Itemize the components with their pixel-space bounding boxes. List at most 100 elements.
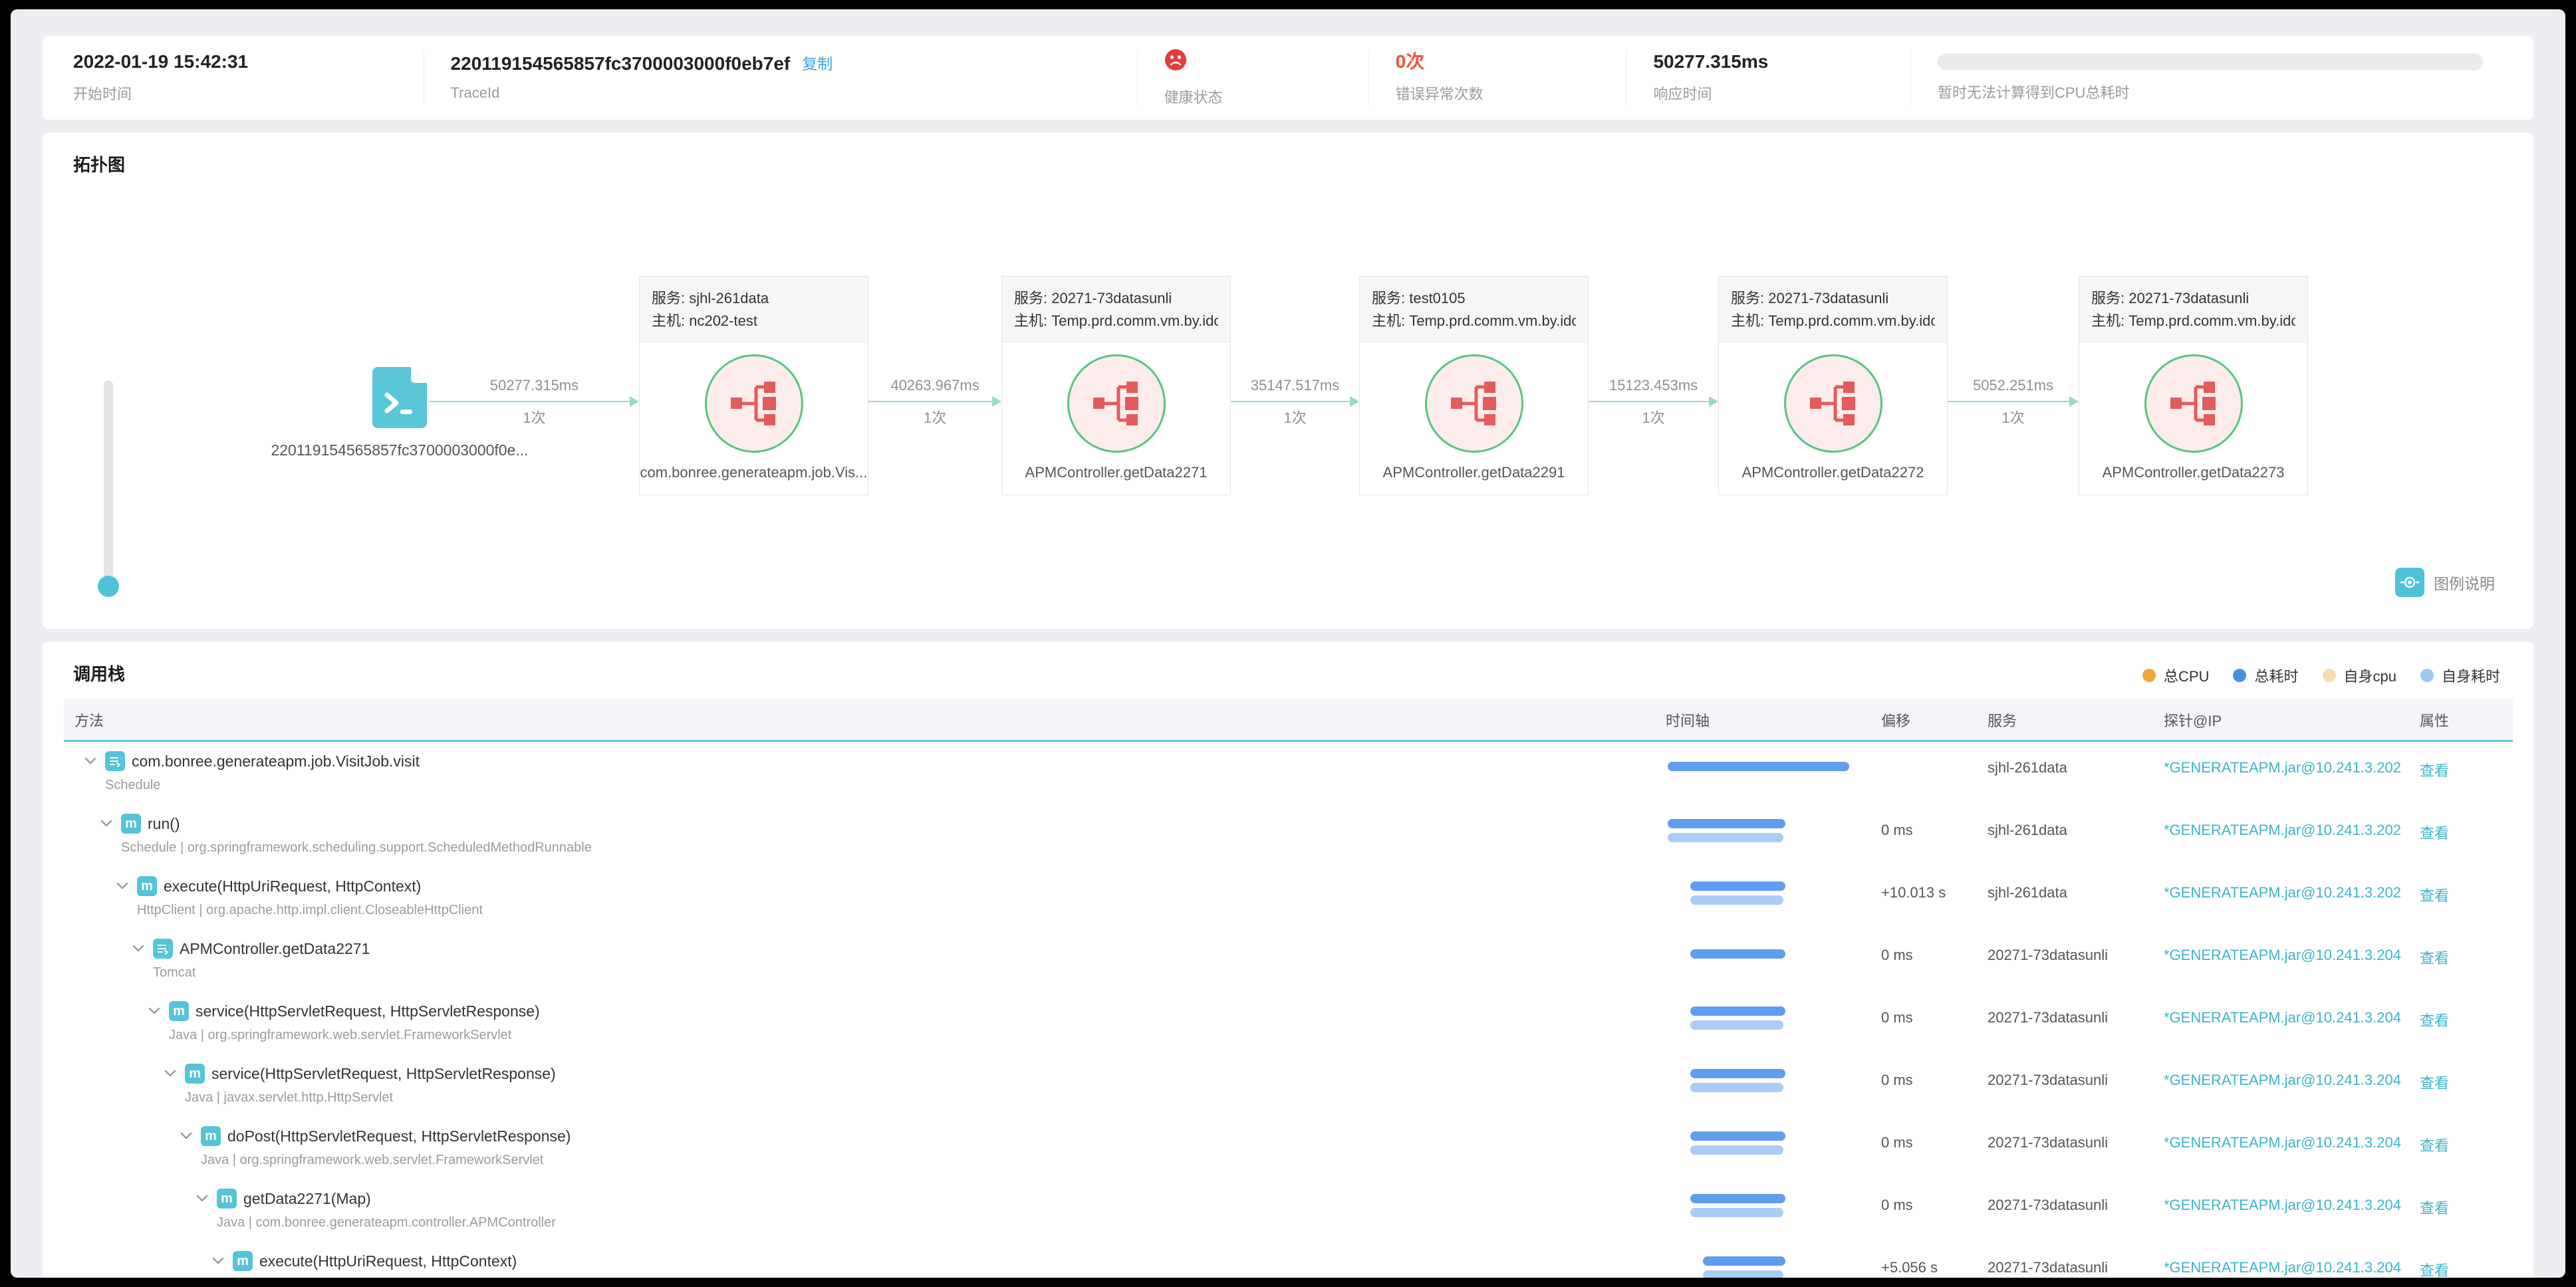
probe-link[interactable]: *GENERATEAPM.jar@10.241.3.204 (2164, 1117, 2420, 1151)
node-service: 服务: 20271-73datasunli (1014, 290, 1172, 306)
offset-value: 0 ms (1881, 1009, 1913, 1026)
col-attr-header: 属性 (2420, 712, 2450, 729)
sitemap-icon[interactable] (1424, 354, 1523, 453)
legend-help-button[interactable]: 图例说明 (2395, 568, 2495, 597)
sad-face-icon (1164, 49, 1187, 75)
chevron-down-icon[interactable] (146, 1003, 162, 1019)
offset-value: 0 ms (1881, 947, 1913, 963)
method-name: run() (148, 814, 180, 832)
table-row[interactable]: m service(HttpServletRequest, HttpServle… (64, 1054, 2513, 1117)
arrow-right-icon (1350, 396, 1359, 407)
node-host: 主机: Temp.prd.comm.vm.by.idc.b... (2091, 312, 2295, 329)
total-time-bar (1690, 1069, 1785, 1078)
chevron-down-icon[interactable] (178, 1128, 194, 1144)
method-detail: Java | org.springframework.web.servlet.F… (169, 1028, 512, 1042)
method-detail: Java | org.springframework.web.servlet.F… (201, 1153, 544, 1167)
table-row[interactable]: m doPost(HttpServletRequest, HttpServlet… (64, 1117, 2513, 1179)
error-count-label: 错误异常次数 (1395, 86, 1483, 102)
table-row[interactable]: m service(HttpServletRequest, HttpServle… (64, 992, 2513, 1054)
sitemap-icon[interactable] (704, 354, 803, 453)
chevron-down-icon[interactable] (130, 941, 146, 957)
self-time-bar (1702, 1270, 1783, 1278)
chevron-down-icon[interactable] (98, 816, 114, 832)
method-icon: m (121, 814, 141, 834)
timeline-bars (1666, 944, 1872, 971)
chevron-down-icon[interactable] (162, 1066, 178, 1082)
table-row[interactable]: m execute(HttpUriRequest, HttpContext) H… (64, 867, 2513, 929)
total-time-bar (1668, 819, 1785, 828)
edge-0: 50277.315ms 1次 (430, 377, 639, 426)
chevron-down-icon[interactable] (194, 1191, 210, 1207)
view-attributes-link[interactable]: 查看 (2420, 1054, 2513, 1093)
start-time-value: 2022-01-19 15:42:31 (73, 51, 249, 72)
probe-link[interactable]: *GENERATEAPM.jar@10.241.3.202 (2164, 804, 2420, 839)
service-node-4[interactable]: 服务: 20271-73datasunli 主机: Temp.prd.comm.v… (2079, 276, 2308, 495)
table-row[interactable]: APMController.getData2271 Tomcat 0 ms 20… (64, 929, 2513, 992)
callstack-panel: 调用栈 总CPU 总耗时 自身cpu 自身耗时 方法 时间轴 偏移 服务 探针@… (43, 642, 2533, 1278)
topology-panel: 拓扑图 220119154565857fc3700003000f0e... 50… (43, 133, 2533, 629)
script-file-icon (372, 367, 427, 428)
service-node-0[interactable]: 服务: sjhl-261data 主机: nc202-test com.bonre… (639, 276, 868, 495)
health-label: 健康状态 (1164, 89, 1223, 106)
callstack-table-header: 方法 时间轴 偏移 服务 探针@IP 属性 (64, 699, 2513, 742)
edge-2: 35147.517ms 1次 (1231, 377, 1359, 426)
service-node-3[interactable]: 服务: 20271-73datasunli 主机: Temp.prd.comm.v… (1718, 276, 1948, 495)
node-host: 主机: nc202-test (652, 312, 757, 329)
table-row[interactable]: m getData2271(Map) Java | com.bonree.gen… (64, 1179, 2513, 1242)
view-attributes-link[interactable]: 查看 (2420, 804, 2513, 843)
probe-link[interactable]: *GENERATEAPM.jar@10.241.3.202 (2164, 867, 2420, 901)
service-node-1[interactable]: 服务: 20271-73datasunli 主机: Temp.prd.comm.v… (1001, 276, 1231, 495)
table-row[interactable]: m run() Schedule | org.springframework.s… (64, 804, 2513, 867)
method-icon: m (217, 1189, 237, 1209)
self-time-bar (1668, 833, 1783, 842)
edge-time: 15123.453ms (1609, 377, 1698, 394)
arrow-right-icon (2069, 396, 2079, 407)
service-node-2[interactable]: 服务: test0105 主机: Temp.prd.comm.vm.by.idc.… (1359, 276, 1589, 495)
view-attributes-link[interactable]: 查看 (2420, 742, 2513, 780)
view-attributes-link[interactable]: 查看 (2420, 929, 2513, 968)
method-icon: m (185, 1064, 205, 1084)
method-icon: m (137, 876, 157, 896)
response-time-value: 50277.315ms (1653, 51, 1769, 72)
offset-value: 0 ms (1881, 1197, 1913, 1213)
chevron-down-icon[interactable] (82, 753, 98, 769)
probe-link[interactable]: *GENERATEAPM.jar@10.241.3.202 (2164, 742, 2420, 776)
probe-link[interactable]: *GENERATEAPM.jar@10.241.3.204 (2164, 929, 2420, 964)
col-timeline-header: 时间轴 (1666, 712, 1710, 729)
edge-time: 35147.517ms (1250, 377, 1340, 394)
view-attributes-link[interactable]: 查看 (2420, 1179, 2513, 1218)
view-attributes-link[interactable]: 查看 (2420, 1117, 2513, 1155)
chevron-down-icon[interactable] (114, 878, 130, 894)
total-time-bar (1690, 1131, 1785, 1141)
probe-link[interactable]: *GENERATEAPM.jar@10.241.3.204 (2164, 1179, 2420, 1214)
probe-link[interactable]: *GENERATEAPM.jar@10.241.3.204 (2164, 1242, 2420, 1276)
chevron-down-icon[interactable] (210, 1253, 226, 1269)
edge-1: 40263.967ms 1次 (868, 377, 1001, 426)
trace-start-label: 220119154565857fc3700003000f0e... (271, 441, 529, 459)
col-service-header: 服务 (1988, 712, 2017, 729)
view-attributes-link[interactable]: 查看 (2420, 1242, 2513, 1278)
copy-trace-id-button[interactable]: 复制 (802, 54, 833, 74)
offset-value: 0 ms (1881, 1072, 1913, 1088)
edge-count: 1次 (1642, 410, 1665, 426)
service-name: 20271-73datasunli (1988, 1197, 2109, 1213)
callstack-title: 调用栈 (73, 664, 126, 684)
view-attributes-link[interactable]: 查看 (2420, 867, 2513, 905)
sitemap-icon[interactable] (1783, 354, 1882, 453)
sitemap-icon[interactable] (1067, 354, 1166, 453)
probe-link[interactable]: *GENERATEAPM.jar@10.241.3.204 (2164, 1054, 2420, 1089)
probe-link[interactable]: *GENERATEAPM.jar@10.241.3.204 (2164, 992, 2420, 1026)
edge-time: 5052.251ms (1972, 377, 2054, 394)
method-name: execute(HttpUriRequest, HttpContext) (164, 877, 422, 895)
view-attributes-link[interactable]: 查看 (2420, 992, 2513, 1030)
legend-total-cpu: 总CPU (2142, 665, 2209, 686)
method-detail: HttpClient | org.apache.http.impl.client… (137, 903, 483, 917)
total-time-bar (1668, 762, 1849, 771)
response-time-label: 响应时间 (1653, 86, 1712, 102)
sitemap-icon[interactable] (2144, 354, 2243, 453)
col-probe-header: 探针@IP (2164, 712, 2222, 729)
total-time-bar (1690, 881, 1785, 891)
table-row[interactable]: m execute(HttpUriRequest, HttpContext) +… (64, 1242, 2513, 1278)
table-row[interactable]: com.bonree.generateapm.job.VisitJob.visi… (64, 742, 2513, 804)
stat-trace-id: 220119154565857fc3700003000f0eb7ef 复制 Tr… (423, 51, 1137, 105)
